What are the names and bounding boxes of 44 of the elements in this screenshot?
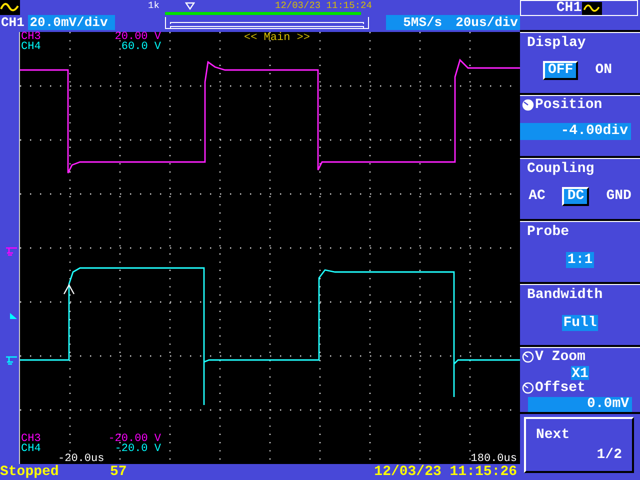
channel-readout: -20.0 V xyxy=(114,444,161,454)
sample-rate-readout: 5MS/s xyxy=(403,15,442,30)
time-start-label: -20.0us xyxy=(58,454,104,464)
section-label: Probe xyxy=(526,223,570,242)
time-end-label: 180.0us xyxy=(470,454,517,464)
option-button[interactable]: AC xyxy=(524,187,550,206)
channel-label: CH1 xyxy=(0,15,26,30)
section-label: V Zoom xyxy=(535,348,586,365)
run-state-label: Stopped xyxy=(0,464,60,480)
option-button[interactable]: DC xyxy=(562,187,590,206)
datetime-label: 12/03/23 11:15:26 xyxy=(374,464,518,480)
menu-title: CH1 xyxy=(556,0,582,16)
section-label: Offset xyxy=(535,380,586,396)
section-label: Bandwidth xyxy=(526,286,604,305)
acquisition-count: 57 xyxy=(110,464,128,480)
section-label: Coupling xyxy=(526,160,596,179)
option-button[interactable]: ON xyxy=(590,61,618,80)
trigger-position-icon xyxy=(185,2,195,10)
mode-label: << Main >> xyxy=(244,32,310,44)
timebase-readout: 20us/div xyxy=(456,15,518,30)
channel-readout: 60.0 V xyxy=(121,42,161,52)
channel-label: CH3 xyxy=(21,32,41,42)
sine-wave-icon xyxy=(0,0,20,15)
option-button[interactable]: 1:1 xyxy=(566,252,594,268)
channel-label: CH3 xyxy=(21,434,41,444)
section-label: Position xyxy=(535,97,602,113)
ground-marker-icon xyxy=(6,247,18,257)
section-label: Display xyxy=(526,34,587,53)
option-button[interactable]: Full xyxy=(562,315,598,331)
value-field[interactable]: -4.00div xyxy=(520,123,631,140)
memory-length-label: 1k xyxy=(148,0,160,11)
channel-label: CH4 xyxy=(21,42,41,52)
option-button[interactable]: OFF xyxy=(542,61,578,80)
sine-wave-icon xyxy=(582,2,602,14)
next-page-button[interactable]: Next 1/2 xyxy=(524,417,634,473)
value-readout[interactable]: X1 xyxy=(570,366,590,380)
ground-marker-icon xyxy=(6,356,18,366)
value-field[interactable]: 0.0mV xyxy=(528,397,632,412)
datetime-label: 12/03/23 11:15:24 xyxy=(275,0,372,11)
channel-readout: -20.00 V xyxy=(108,434,161,444)
channel-label: CH4 xyxy=(21,444,41,454)
channel-readout: 20.00 V xyxy=(114,32,161,42)
option-button[interactable]: GND xyxy=(601,187,636,206)
vertical-scale-readout: 20.0mV/div xyxy=(28,15,115,30)
